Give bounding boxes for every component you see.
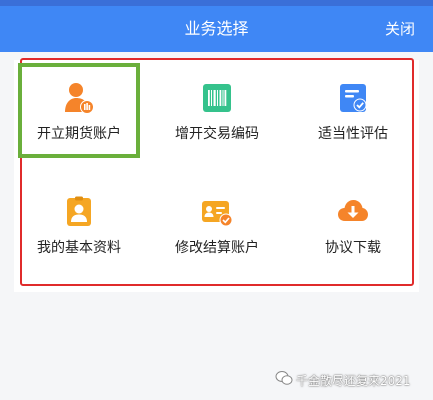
bank-card-edit-icon bbox=[202, 201, 233, 227]
grid-item-label: 协议下载 bbox=[325, 240, 381, 256]
user-account-icon bbox=[65, 83, 94, 114]
grid-item-add-trading-code[interactable]: 增开交易编码 bbox=[152, 67, 282, 157]
page-title: 业务选择 bbox=[184, 19, 249, 38]
grid-item-my-basic-info[interactable]: 我的基本资料 bbox=[14, 181, 144, 271]
grid-item-label: 适当性评估 bbox=[318, 126, 388, 142]
grid-item-suitability-assessment[interactable]: 适当性评估 bbox=[288, 67, 418, 157]
profile-badge-icon bbox=[67, 196, 91, 226]
grid-item-label: 我的基本资料 bbox=[37, 240, 121, 256]
grid-item-modify-settlement-account[interactable]: 修改结算账户 bbox=[152, 181, 282, 271]
grid-item-open-futures-account[interactable]: 开立期货账户 bbox=[14, 67, 144, 157]
wechat-icon bbox=[275, 371, 293, 385]
assessment-clipboard-icon bbox=[340, 84, 367, 112]
barcode-icon bbox=[203, 84, 231, 112]
cloud-download-icon bbox=[338, 200, 368, 221]
grid-item-label: 开立期货账户 bbox=[37, 126, 121, 142]
header-bar: 业务选择 关闭 bbox=[0, 6, 433, 52]
close-button[interactable]: 关闭 bbox=[385, 6, 415, 52]
grid-item-label: 修改结算账户 bbox=[175, 240, 259, 256]
watermark-text: 千金散尽还复来2021 bbox=[296, 374, 411, 388]
grid-item-label: 增开交易编码 bbox=[175, 126, 259, 142]
grid-item-agreement-download[interactable]: 协议下载 bbox=[288, 181, 418, 271]
